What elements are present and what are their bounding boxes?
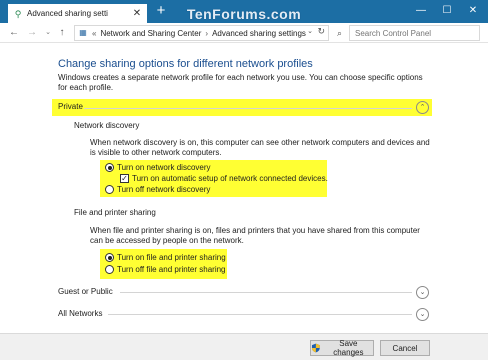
section-all-networks-label[interactable]: All Networks [58,309,102,318]
cancel-button[interactable]: Cancel [380,340,430,356]
search-icon: ⌕ [337,28,343,38]
back-button[interactable]: ← [8,26,20,40]
radio-button[interactable] [105,253,114,262]
chevron-down-icon[interactable]: ⌄ [416,308,429,321]
option-label: Turn on automatic setup of network conne… [132,174,328,183]
search-input[interactable] [349,25,480,41]
radio-button[interactable] [105,185,114,194]
file-sharing-off-option[interactable]: Turn off file and printer sharing [105,265,226,274]
option-label: Turn on network discovery [117,163,211,172]
close-window-button[interactable]: ✕ [466,4,480,18]
option-label: Turn off file and printer sharing [117,265,226,274]
option-label: Turn off network discovery [117,185,211,194]
save-button-label: Save changes [333,339,364,357]
up-button[interactable]: ↑ [56,26,68,40]
option-label: Turn on file and printer sharing [117,253,226,262]
page-description: Windows creates a separate network profi… [58,73,423,92]
breadcrumb-network-sharing-center[interactable]: Network and Sharing Center [100,29,201,38]
section-divider [120,292,412,293]
file-sharing-on-option[interactable]: Turn on file and printer sharing [105,253,226,262]
network-discovery-off-option[interactable]: Turn off network discovery [105,185,210,194]
section-divider [84,108,412,109]
maximize-button[interactable]: ☐ [440,4,454,18]
breadcrumb-advanced-sharing[interactable]: Advanced sharing settings [212,29,306,38]
control-panel-icon: ▦ [79,28,87,37]
section-divider [108,314,412,315]
checkbox[interactable]: ✓ [120,174,129,183]
chevron-down-icon[interactable]: ⌄ [307,27,313,35]
network-discovery-header: Network discovery [74,121,140,130]
shield-icon [311,343,320,353]
file-sharing-header: File and printer sharing [74,208,156,217]
save-changes-button[interactable]: Save changes [310,339,374,357]
footer-bar: Save changes Cancel [0,333,488,360]
chevron-up-icon[interactable]: ⌃ [416,101,429,114]
minimize-button[interactable]: — [414,4,428,18]
network-discovery-on-option[interactable]: Turn on network discovery [105,163,211,172]
page-title: Change sharing options for different net… [58,58,313,70]
radio-button[interactable] [105,265,114,274]
address-bar: ← → ⌄ ↑ ▦ « Network and Sharing Center ›… [0,23,488,43]
radio-button[interactable] [105,163,114,172]
forward-button[interactable]: → [26,26,38,40]
auto-setup-option[interactable]: ✓ Turn on automatic setup of network con… [120,174,328,183]
file-sharing-description: When file and printer sharing is on, fil… [90,226,420,245]
network-discovery-description: When network discovery is on, this compu… [90,138,430,157]
section-guest-label[interactable]: Guest or Public [58,287,113,296]
section-private-label[interactable]: Private [58,102,83,111]
address-field[interactable]: ▦ « Network and Sharing Center › Advance… [74,25,329,41]
chevron-down-icon[interactable]: ⌄ [416,286,429,299]
recent-pages-button[interactable]: ⌄ [42,26,54,40]
breadcrumb-overflow[interactable]: « [92,29,96,38]
refresh-icon[interactable]: ↻ [317,26,325,37]
title-bar: ⚲ Advanced sharing setti ✕ + TenForums.c… [0,0,488,23]
breadcrumb-separator-icon: › [205,28,209,38]
